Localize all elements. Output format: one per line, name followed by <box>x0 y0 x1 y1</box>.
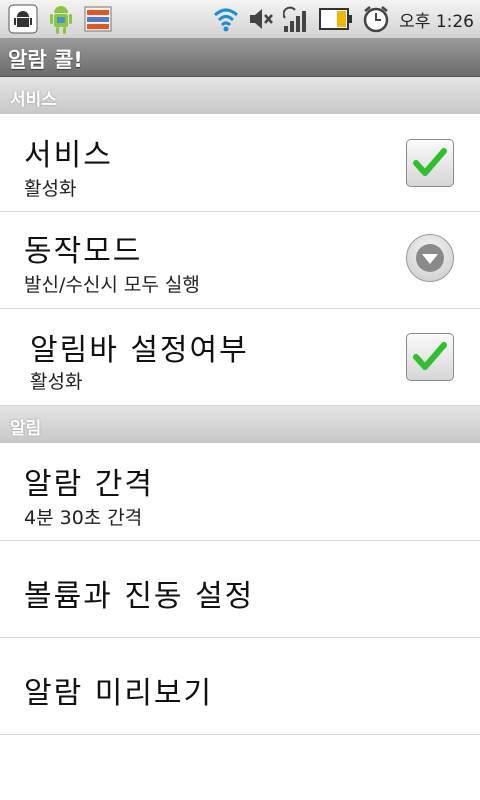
wifi-icon <box>214 8 239 32</box>
mute-icon <box>250 9 274 29</box>
app-title-bar: 알람 콜! <box>0 38 480 77</box>
status-bar: 오후 1:26 <box>0 0 480 38</box>
category-header-label: 알림 <box>10 419 42 439</box>
battery-icon <box>319 8 353 30</box>
checkmark-icon <box>413 148 447 176</box>
pref-alarm-preview[interactable]: 알람 미리보기 <box>0 638 480 735</box>
pref-summary: 4분 30초 간격 <box>24 507 143 529</box>
status-time: 오후 1:26 <box>399 11 474 32</box>
pref-title: 서비스 <box>24 138 113 173</box>
app-title: 알람 콜! <box>8 48 83 72</box>
pref-notification-bar[interactable]: 알림바 설정여부 활성화 <box>0 309 480 406</box>
pref-operation-mode[interactable]: 동작모드 발신/수신시 모두 실행 <box>0 212 480 309</box>
category-header-alarm: 알림 <box>0 406 480 443</box>
category-header-label: 서비스 <box>10 90 57 110</box>
pref-alarm-interval[interactable]: 알람 간격 4분 30초 간격 <box>0 443 480 541</box>
chevron-down-icon <box>416 244 444 272</box>
checkmark-icon <box>413 342 447 370</box>
alarm-clock-icon <box>363 6 389 33</box>
pref-summary: 발신/수신시 모두 실행 <box>24 274 200 296</box>
pref-title: 동작모드 <box>24 234 143 269</box>
android-robot-icon <box>50 6 72 34</box>
notification-bar-checkbox[interactable] <box>406 333 454 381</box>
android-debug-icon <box>8 4 38 34</box>
signal-icon <box>283 6 307 32</box>
app-notification-icon <box>84 6 112 32</box>
operation-mode-dropdown[interactable] <box>406 234 454 282</box>
pref-title: 볼륨과 진동 설정 <box>24 579 255 614</box>
service-checkbox[interactable] <box>406 139 454 187</box>
pref-title: 알림바 설정여부 <box>30 333 249 368</box>
category-header-service: 서비스 <box>0 77 480 114</box>
pref-service[interactable]: 서비스 활성화 <box>0 114 480 212</box>
pref-title: 알람 간격 <box>24 467 154 502</box>
pref-summary: 활성화 <box>24 178 77 200</box>
pref-volume-vibration[interactable]: 볼륨과 진동 설정 <box>0 541 480 638</box>
pref-summary: 활성화 <box>30 371 83 393</box>
pref-title: 알람 미리보기 <box>24 676 214 711</box>
